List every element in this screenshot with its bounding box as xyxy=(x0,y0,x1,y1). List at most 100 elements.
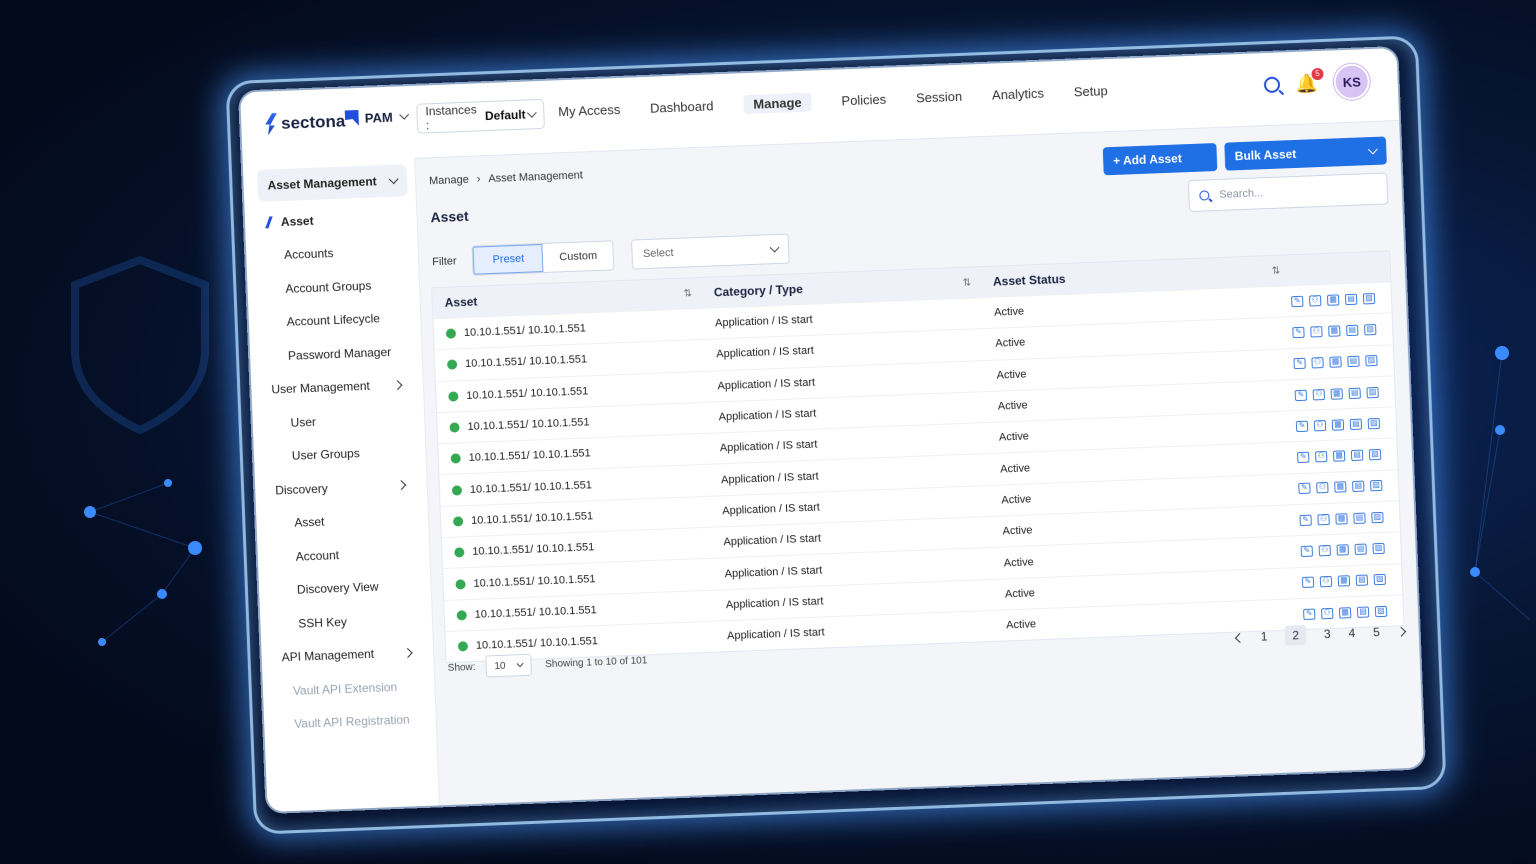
edit-icon[interactable]: ✎ xyxy=(1301,576,1315,589)
user-icon[interactable]: ⚇ xyxy=(1313,419,1327,432)
grid-icon[interactable]: ▦ xyxy=(1338,606,1352,619)
sort-icon[interactable]: ⇅ xyxy=(683,288,692,299)
calendar-icon[interactable]: ▤ xyxy=(1354,543,1367,555)
active-marker-icon xyxy=(265,216,273,228)
calendar-icon[interactable]: ▤ xyxy=(1347,355,1360,368)
page-4[interactable]: 4 xyxy=(1348,626,1355,640)
page-size-select[interactable]: 10 xyxy=(485,653,532,678)
calendar-icon[interactable]: ▤ xyxy=(1348,387,1361,399)
grid-icon[interactable]: ▦ xyxy=(1336,544,1349,556)
bell-icon[interactable]: 🔔 5 xyxy=(1295,67,1324,94)
page-5[interactable]: 5 xyxy=(1373,625,1380,639)
user-icon[interactable]: ⚇ xyxy=(1319,576,1333,588)
image-icon[interactable]: ▨ xyxy=(1366,386,1379,398)
nav-setup[interactable]: Setup xyxy=(1074,83,1109,101)
user-icon[interactable]: ⚇ xyxy=(1317,513,1330,526)
edit-icon[interactable]: ✎ xyxy=(1293,357,1306,370)
notification-badge: 5 xyxy=(1311,67,1324,81)
avatar[interactable]: KS xyxy=(1333,63,1371,101)
cell-asset: 10.10.1.551/ 10.10.1.551 xyxy=(445,599,715,621)
sort-icon[interactable]: ⇅ xyxy=(1272,265,1281,276)
chevron-right-icon[interactable] xyxy=(1396,626,1407,637)
user-icon[interactable]: ⚇ xyxy=(1318,544,1331,557)
user-icon[interactable]: ⚇ xyxy=(1311,357,1324,369)
instance-selector[interactable]: Instances : Default xyxy=(416,98,545,134)
calendar-icon[interactable]: ▤ xyxy=(1352,480,1365,493)
image-icon[interactable]: ▨ xyxy=(1365,355,1378,367)
nav-session[interactable]: Session xyxy=(916,89,963,108)
header-status[interactable]: Asset Status ⇅ xyxy=(981,263,1291,289)
grid-icon[interactable]: ▦ xyxy=(1332,450,1346,462)
grid-icon[interactable]: ▦ xyxy=(1334,481,1347,494)
grid-icon[interactable]: ▦ xyxy=(1335,512,1348,525)
nav-manage[interactable]: Manage xyxy=(743,92,812,115)
breadcrumb-manage[interactable]: Manage xyxy=(429,174,469,188)
user-icon[interactable]: ⚇ xyxy=(1316,482,1329,494)
filter-select[interactable]: Select xyxy=(631,233,791,270)
filter-bar: Filter Preset Custom Select xyxy=(432,233,791,278)
page-2[interactable]: 2 xyxy=(1284,624,1307,646)
edit-icon[interactable]: ✎ xyxy=(1291,295,1304,307)
grid-icon[interactable]: ▦ xyxy=(1331,419,1345,431)
user-icon[interactable]: ⚇ xyxy=(1309,294,1322,307)
calendar-icon[interactable]: ▤ xyxy=(1346,324,1359,337)
calendar-icon[interactable]: ▤ xyxy=(1355,574,1369,587)
edit-icon[interactable]: ✎ xyxy=(1300,545,1314,558)
page-3[interactable]: 3 xyxy=(1324,627,1331,641)
calendar-icon[interactable]: ▤ xyxy=(1356,606,1370,618)
image-icon[interactable]: ▨ xyxy=(1367,417,1381,430)
sort-icon[interactable]: ⇅ xyxy=(963,277,972,288)
nav-my-access[interactable]: My Access xyxy=(558,102,621,121)
edit-icon[interactable]: ✎ xyxy=(1299,514,1312,526)
edit-icon[interactable]: ✎ xyxy=(1303,608,1316,620)
custom-tab[interactable]: Custom xyxy=(542,241,614,272)
bulk-asset-button[interactable]: Bulk Asset xyxy=(1224,136,1387,171)
sidebar-item-asset-management[interactable]: Asset Management xyxy=(256,164,408,202)
edit-icon[interactable]: ✎ xyxy=(1292,326,1305,339)
user-icon[interactable]: ⚇ xyxy=(1320,607,1334,619)
preset-tab[interactable]: Preset xyxy=(473,243,544,275)
grid-icon[interactable]: ▦ xyxy=(1337,575,1351,587)
sidebar-item-vault-api-registration[interactable]: Vault API Registration xyxy=(264,702,437,742)
user-icon[interactable]: ⚇ xyxy=(1310,325,1323,338)
grid-icon[interactable]: ▦ xyxy=(1330,387,1343,400)
cell-category: Application / IS start xyxy=(719,438,818,455)
header-asset[interactable]: Asset ⇅ xyxy=(433,286,703,310)
calendar-icon[interactable]: ▤ xyxy=(1350,449,1364,462)
brand-logo[interactable]: sectona xyxy=(265,111,346,136)
search-input[interactable]: Search... xyxy=(1187,172,1389,213)
image-icon[interactable]: ▨ xyxy=(1370,480,1383,492)
status-dot-icon xyxy=(450,453,461,465)
nav-analytics[interactable]: Analytics xyxy=(992,86,1045,105)
user-icon[interactable]: ⚇ xyxy=(1312,388,1325,400)
cell-actions: ✎ ⚇ ▦ ▤ ▨ xyxy=(1298,480,1398,495)
edit-icon[interactable]: ✎ xyxy=(1297,451,1310,464)
grid-icon[interactable]: ▦ xyxy=(1326,294,1340,306)
calendar-icon[interactable]: ▤ xyxy=(1344,293,1358,305)
image-icon[interactable]: ▨ xyxy=(1364,323,1377,336)
image-icon[interactable]: ▨ xyxy=(1374,605,1388,617)
header-category[interactable]: Category / Type ⇅ xyxy=(702,275,982,300)
user-icon[interactable]: ⚇ xyxy=(1315,451,1328,463)
image-icon[interactable]: ▨ xyxy=(1373,574,1387,586)
add-asset-button[interactable]: + Add Asset xyxy=(1102,142,1218,176)
chevron-left-icon[interactable] xyxy=(1234,632,1245,643)
calendar-icon[interactable]: ▤ xyxy=(1349,418,1363,430)
edit-icon[interactable]: ✎ xyxy=(1295,420,1309,432)
nav-dashboard[interactable]: Dashboard xyxy=(650,98,714,117)
image-icon[interactable]: ▨ xyxy=(1362,292,1376,305)
image-icon[interactable]: ▨ xyxy=(1371,511,1384,524)
nav-policies[interactable]: Policies xyxy=(841,92,886,111)
image-icon[interactable]: ▨ xyxy=(1372,542,1385,555)
edit-icon[interactable]: ✎ xyxy=(1294,389,1308,401)
edit-icon[interactable]: ✎ xyxy=(1298,483,1311,495)
product-switcher[interactable]: PAM xyxy=(345,108,409,126)
grid-icon[interactable]: ▦ xyxy=(1329,356,1342,369)
asset-value: 10.10.1.551/ 10.10.1.551 xyxy=(468,447,591,465)
cell-asset: 10.10.1.551/ 10.10.1.551 xyxy=(441,506,711,528)
search-icon[interactable] xyxy=(1263,76,1280,94)
grid-icon[interactable]: ▦ xyxy=(1328,325,1341,337)
page-1[interactable]: 1 xyxy=(1260,629,1267,643)
image-icon[interactable]: ▨ xyxy=(1368,449,1382,461)
calendar-icon[interactable]: ▤ xyxy=(1353,512,1366,524)
